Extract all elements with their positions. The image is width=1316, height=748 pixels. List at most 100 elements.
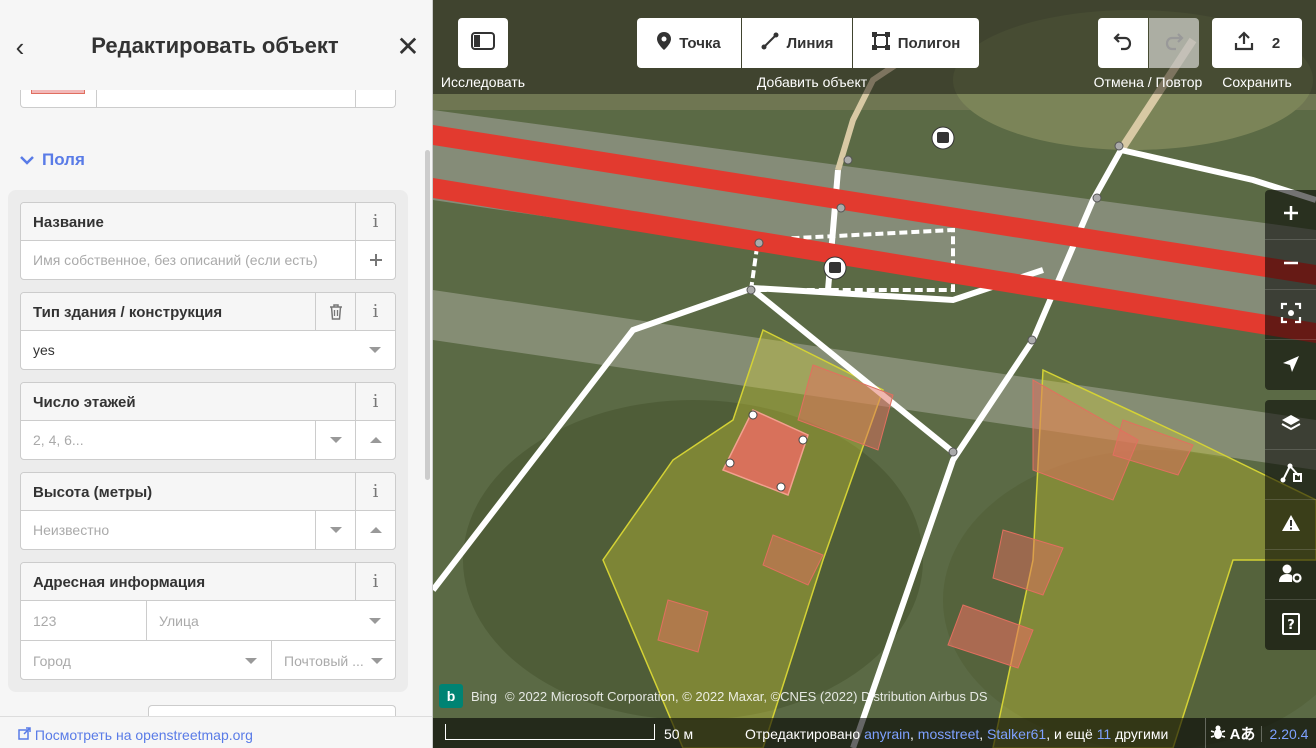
svg-text:?: ? bbox=[1287, 618, 1295, 633]
map-canvas[interactable]: Исследовать Точка Линия Полигон Добавить… bbox=[433, 0, 1316, 748]
undo-button[interactable] bbox=[1098, 18, 1148, 68]
imagery-attribution: b Bing © 2022 Microsoft Corporation, © 2… bbox=[439, 684, 988, 708]
edited-by-prefix: Отредактировано bbox=[745, 726, 861, 742]
undo-icon bbox=[1113, 31, 1133, 55]
add-line-button[interactable]: Линия bbox=[742, 18, 852, 68]
info-icon[interactable]: i bbox=[355, 203, 395, 241]
inspector-header: ‹ Редактировать объект ✕ bbox=[0, 0, 432, 90]
info-icon[interactable]: i bbox=[355, 293, 395, 331]
help-icon: ? bbox=[1281, 612, 1300, 638]
field-name-label: Название bbox=[33, 214, 104, 231]
trash-icon[interactable] bbox=[315, 293, 355, 331]
geolocate-button[interactable] bbox=[1265, 340, 1316, 390]
issues-icon bbox=[1281, 514, 1301, 535]
postcode-combo[interactable]: Почтовый ... bbox=[272, 641, 395, 679]
bus-stop-icon[interactable] bbox=[931, 126, 955, 150]
bing-label: Bing bbox=[471, 688, 498, 704]
zoom-out-button[interactable] bbox=[1265, 240, 1316, 290]
field-building-label: Тип здания / конструкция bbox=[33, 304, 223, 321]
preferences-pane-button[interactable] bbox=[1265, 550, 1316, 600]
view-on-osm-label: Посмотреть на openstreetmap.org bbox=[34, 727, 253, 743]
geolocate-icon bbox=[1282, 355, 1300, 376]
caret-icon[interactable] bbox=[355, 331, 395, 369]
levels-input[interactable]: 2, 4, 6... bbox=[21, 421, 395, 459]
caret-icon bbox=[245, 658, 257, 664]
sidebar-scrollbar[interactable] bbox=[425, 150, 430, 480]
name-input[interactable]: Имя собственное, без описаний (если есть… bbox=[21, 241, 395, 279]
building-value: yes bbox=[33, 342, 55, 358]
attribution-text: © 2022 Microsoft Corporation, © 2022 Max… bbox=[505, 688, 988, 704]
plus-icon[interactable] bbox=[355, 241, 395, 279]
upload-icon bbox=[1234, 31, 1254, 55]
point-label: Точка bbox=[679, 34, 721, 52]
fields-section-toggle[interactable]: Поля bbox=[20, 148, 85, 172]
edited-by-more-prefix: , и ещё bbox=[1046, 726, 1093, 742]
undo-redo-label: Отмена / Повтор bbox=[1093, 74, 1203, 90]
close-icon[interactable]: ✕ bbox=[395, 32, 421, 62]
caret-icon bbox=[371, 658, 383, 664]
back-icon[interactable]: ‹ bbox=[8, 32, 32, 62]
contributor-link[interactable]: anyrain bbox=[864, 726, 910, 742]
building-combo[interactable]: yes bbox=[21, 331, 395, 369]
city-combo[interactable]: Город bbox=[21, 641, 272, 679]
contributor-link[interactable]: mosstreet bbox=[918, 726, 979, 742]
postcode-placeholder: Почтовый ... bbox=[284, 653, 364, 669]
layers-icon bbox=[1281, 413, 1301, 436]
field-building: Тип здания / конструкция i yes bbox=[20, 292, 396, 370]
add-point-button[interactable]: Точка bbox=[637, 18, 741, 68]
bug-icon[interactable] bbox=[1210, 724, 1226, 743]
caret-icon bbox=[369, 618, 381, 624]
issues-pane-button[interactable] bbox=[1265, 500, 1316, 550]
zoom-in-button[interactable] bbox=[1265, 190, 1316, 240]
map-data-pane-button[interactable] bbox=[1265, 450, 1316, 500]
fields-container: Название i Имя собственное, без описаний… bbox=[8, 190, 408, 692]
external-link-icon bbox=[18, 727, 35, 743]
housenumber-input[interactable]: 123 bbox=[21, 601, 147, 641]
line-label: Линия bbox=[786, 34, 834, 52]
fields-section-label: Поля bbox=[42, 150, 85, 169]
info-icon[interactable]: i bbox=[355, 383, 395, 421]
redo-button[interactable] bbox=[1149, 18, 1199, 68]
decrement-button[interactable] bbox=[315, 511, 355, 549]
increment-button[interactable] bbox=[355, 511, 395, 549]
map-footer: 50 м Отредактировано anyrain, mosstreet,… bbox=[433, 718, 1316, 748]
increment-button[interactable] bbox=[355, 421, 395, 459]
version-link[interactable]: 2.20.4 bbox=[1261, 726, 1316, 742]
info-icon[interactable]: i bbox=[355, 473, 395, 511]
panel-icon bbox=[471, 32, 495, 54]
translate-icon[interactable]: Aあ bbox=[1230, 723, 1256, 744]
satellite-imagery bbox=[433, 0, 1316, 748]
field-name: Название i Имя собственное, без описаний… bbox=[20, 202, 396, 280]
street-combo[interactable]: Улица bbox=[147, 601, 395, 641]
field-levels-label: Число этажей bbox=[33, 394, 136, 411]
page-title: Редактировать объект bbox=[91, 33, 339, 58]
point-icon bbox=[657, 32, 672, 54]
field-height-label: Высота (метры) bbox=[33, 484, 153, 501]
field-height: Высота (метры) i Неизвестно bbox=[20, 472, 396, 550]
save-button[interactable]: 2 bbox=[1212, 18, 1302, 68]
chevron-down-icon bbox=[20, 152, 34, 168]
add-area-button[interactable]: Полигон bbox=[853, 18, 979, 68]
zoom-out-icon bbox=[1283, 255, 1299, 274]
levels-placeholder: 2, 4, 6... bbox=[33, 432, 84, 448]
bing-logo-icon: b bbox=[439, 684, 463, 708]
scale-bar[interactable] bbox=[445, 724, 655, 740]
info-icon[interactable]: i bbox=[355, 563, 395, 601]
area-icon bbox=[871, 32, 890, 54]
decrement-button[interactable] bbox=[315, 421, 355, 459]
contributor-link[interactable]: Stalker61 bbox=[987, 726, 1046, 742]
background-pane-button[interactable] bbox=[1265, 400, 1316, 450]
field-levels: Число этажей i 2, 4, 6... bbox=[20, 382, 396, 460]
more-contributors-count[interactable]: 11 bbox=[1097, 726, 1112, 742]
view-on-osm-link[interactable]: Посмотреть на openstreetmap.org bbox=[0, 716, 432, 748]
zoom-in-icon bbox=[1283, 205, 1299, 224]
save-label: Сохранить bbox=[1222, 74, 1292, 90]
zoom-to-selection-button[interactable] bbox=[1265, 290, 1316, 340]
bus-stop-icon[interactable] bbox=[823, 256, 847, 280]
street-placeholder: Улица bbox=[159, 613, 199, 629]
sidebar-toggle-button[interactable] bbox=[458, 18, 508, 68]
inspector-sidebar: ‹ Редактировать объект ✕ Поля Название i… bbox=[0, 0, 433, 748]
map-data-icon bbox=[1280, 462, 1302, 487]
height-input[interactable]: Неизвестно bbox=[21, 511, 395, 549]
help-pane-button[interactable]: ? bbox=[1265, 600, 1316, 650]
